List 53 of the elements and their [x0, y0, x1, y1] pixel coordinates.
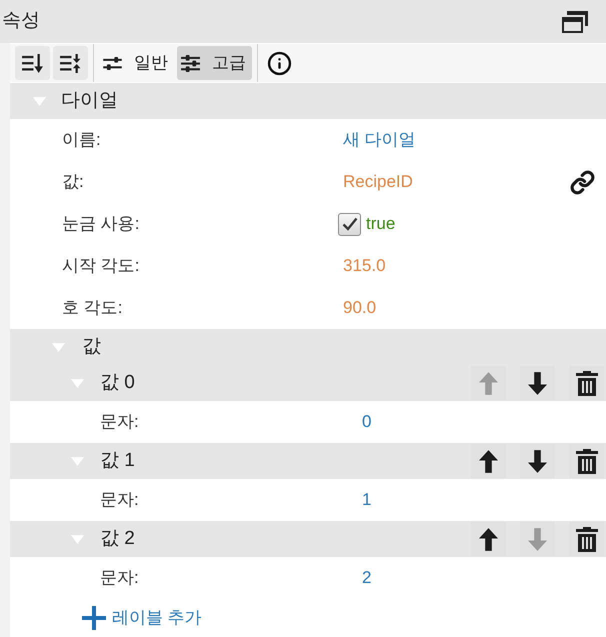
move-up-button[interactable] [471, 522, 506, 556]
property-label: 눈금 사용: [62, 214, 140, 233]
up-arrow-icon [479, 372, 498, 394]
trash-icon [576, 526, 598, 552]
property-label: 이름: [62, 130, 101, 149]
sort-button[interactable] [53, 46, 88, 80]
property-label: 문자: [100, 412, 139, 431]
down-arrow-icon [528, 372, 547, 394]
section-title: 다이얼 [61, 88, 118, 113]
restore-window-icon[interactable] [562, 10, 588, 32]
section-title: 값 [82, 334, 101, 359]
move-up-button[interactable] [471, 444, 506, 478]
check-icon [342, 217, 358, 231]
property-value[interactable]: RecipeID [343, 169, 413, 195]
sort-descending-icon [22, 54, 43, 72]
property-label: 문자: [100, 490, 139, 509]
property-value[interactable]: true [366, 211, 396, 237]
checkbox[interactable] [338, 212, 361, 236]
section-title: 값 1 [100, 448, 135, 473]
move-down-button[interactable] [520, 366, 555, 400]
view-tab[interactable]: 일반 [99, 46, 174, 80]
delete-button[interactable] [569, 522, 604, 556]
property-label: 호 각도: [62, 298, 122, 317]
up-arrow-icon [479, 450, 498, 472]
delete-button[interactable] [569, 444, 604, 478]
property-value[interactable]: 1 [362, 487, 372, 513]
sliders-icon [103, 56, 122, 70]
down-arrow-icon [528, 528, 547, 550]
property-value[interactable]: 0 [362, 409, 372, 435]
property-value[interactable]: 90.0 [343, 295, 376, 321]
section-title: 값 2 [100, 526, 135, 551]
sort-toggle-icon [60, 54, 81, 72]
property-value[interactable]: 2 [362, 565, 372, 591]
property-value[interactable]: 새 다이얼 [343, 127, 416, 153]
add-label-button[interactable]: 레이블 추가 [82, 605, 202, 631]
move-down-button[interactable] [520, 444, 555, 478]
trash-icon [576, 370, 598, 396]
plus-icon [82, 606, 106, 630]
view-tab[interactable]: 고급 [177, 46, 252, 80]
up-arrow-icon [479, 528, 498, 550]
trash-icon [576, 448, 598, 474]
sliders-icon [181, 54, 200, 72]
info-icon[interactable] [267, 50, 292, 76]
property-label: 문자: [100, 568, 139, 587]
down-arrow-icon [528, 450, 547, 472]
section-title: 값 0 [100, 370, 135, 395]
sort-button[interactable] [15, 46, 50, 80]
property-label: 값: [62, 172, 84, 191]
property-value[interactable]: 315.0 [343, 253, 386, 279]
property-label: 시작 각도: [62, 256, 140, 275]
delete-button[interactable] [569, 366, 604, 400]
link-icon[interactable] [570, 170, 595, 194]
panel-title: 속성 [2, 9, 40, 34]
